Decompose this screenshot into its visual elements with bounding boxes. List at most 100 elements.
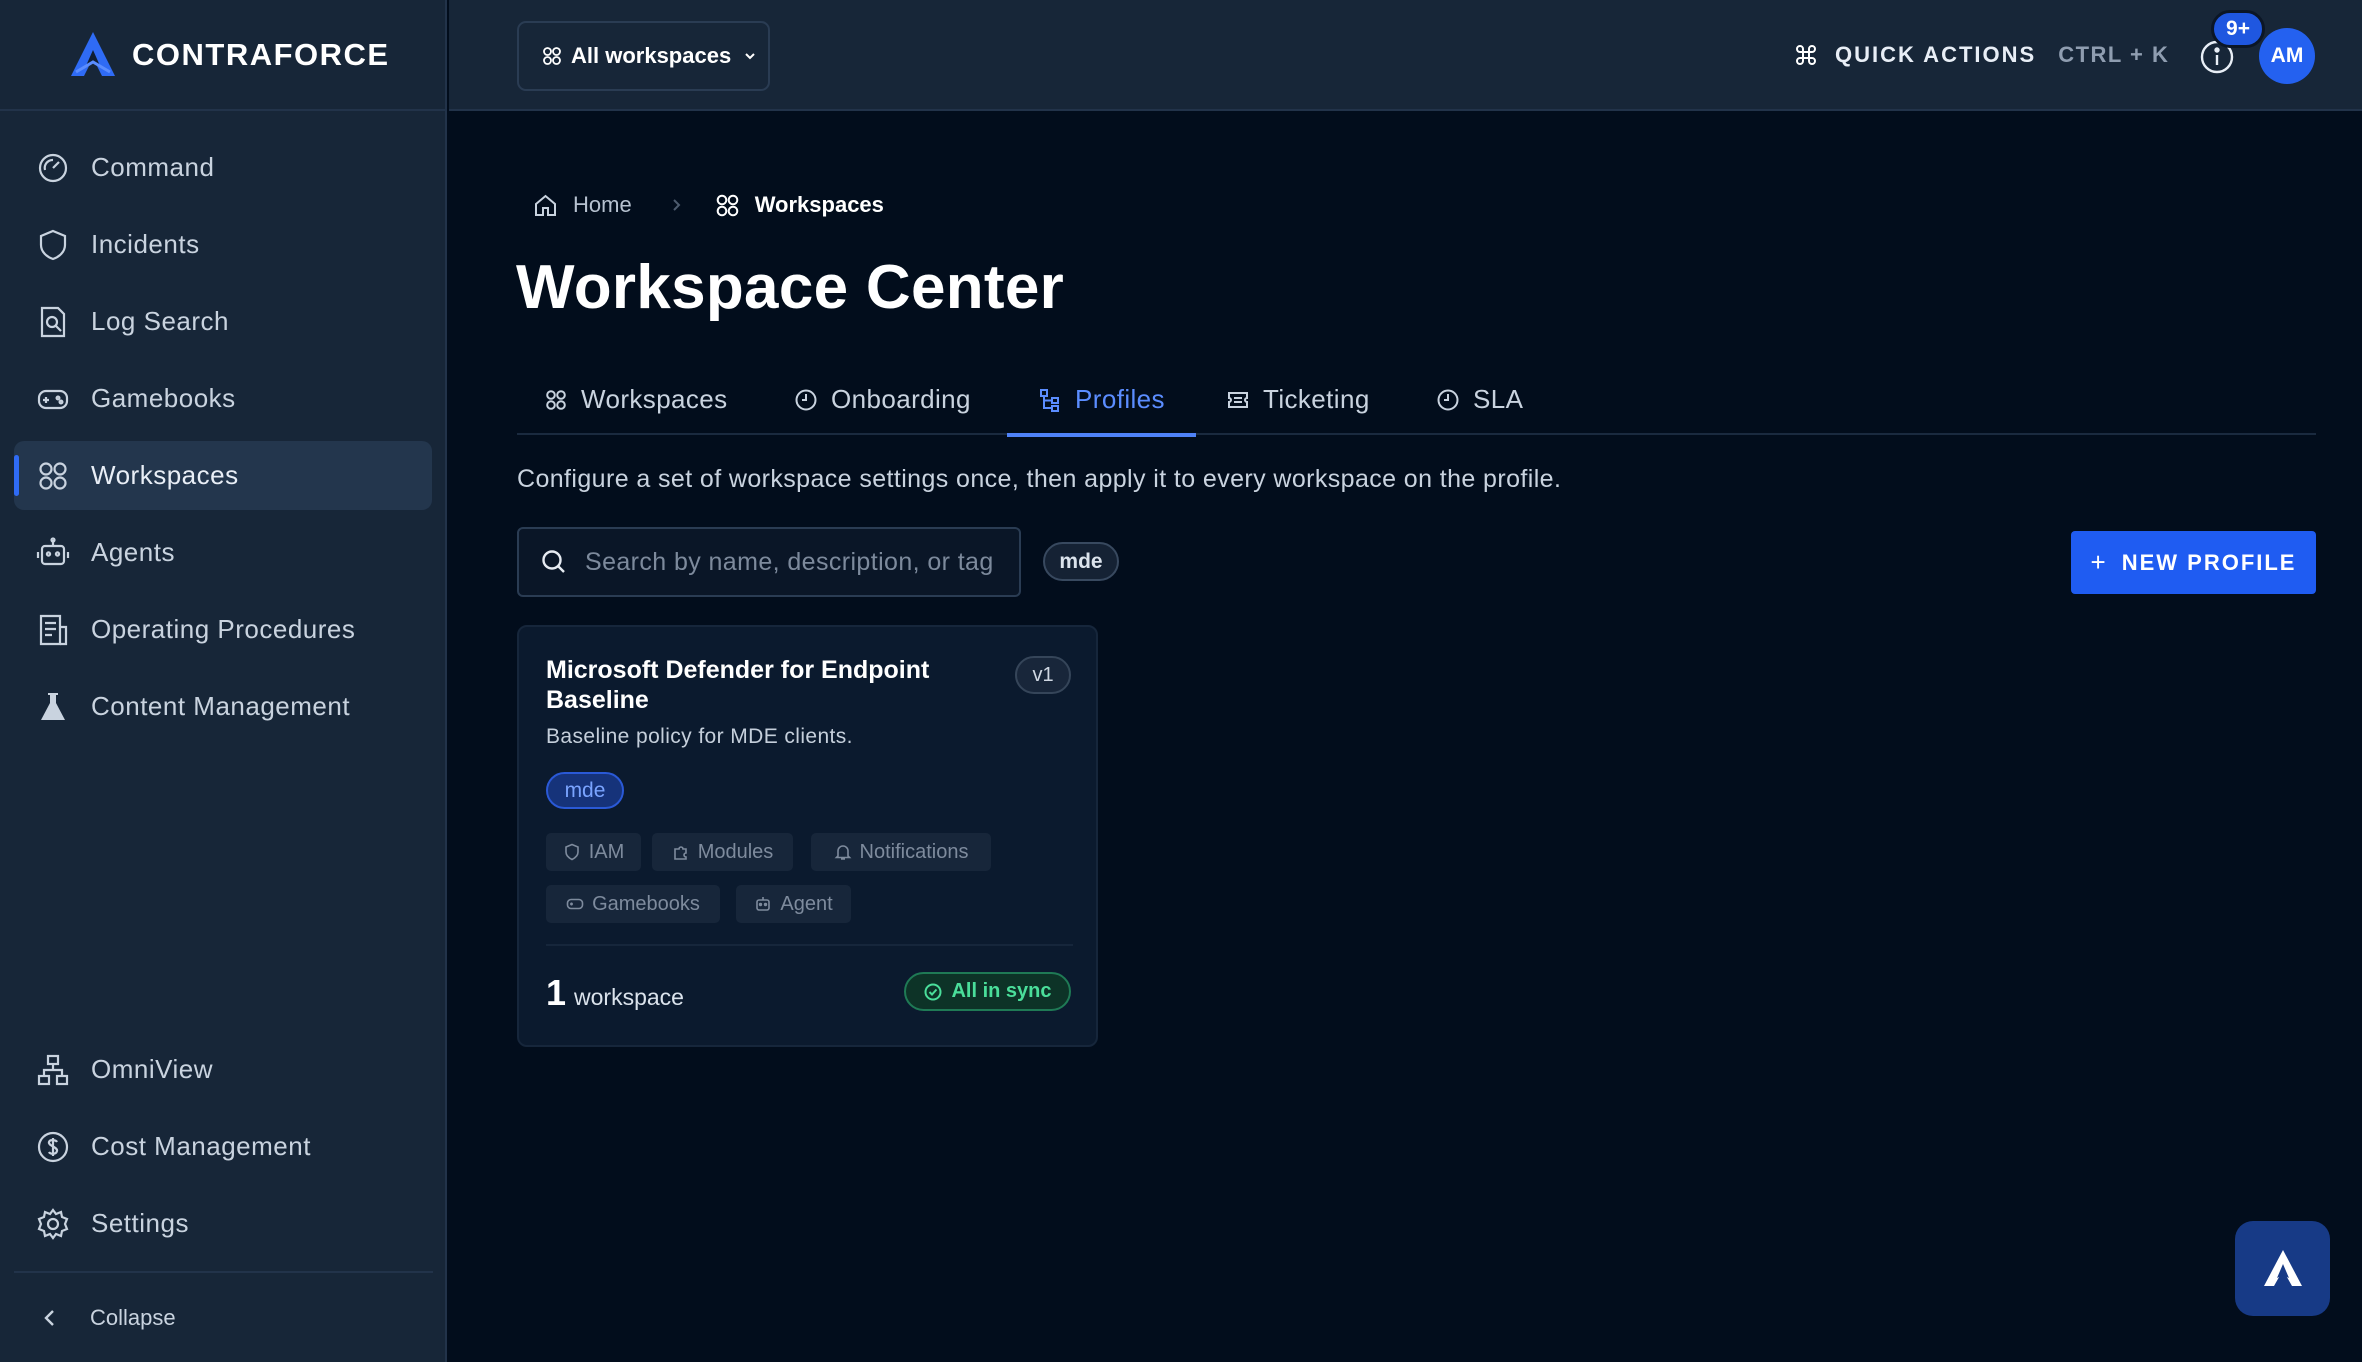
topbar: All workspaces QUICK ACTIONS CTRL + K 9+… <box>449 0 2362 111</box>
dollar-icon <box>37 1131 69 1162</box>
collapse-button[interactable]: Collapse <box>36 1296 176 1340</box>
shield-icon <box>39 229 67 260</box>
profile-title: Microsoft Defender for Endpoint Baseline <box>546 656 930 714</box>
search-input[interactable] <box>585 547 1005 577</box>
sidebar-item-incidents[interactable]: Incidents <box>14 210 432 279</box>
chevron-left-icon <box>44 1310 54 1326</box>
workspace-select-value: All workspaces <box>571 43 732 68</box>
sidebar-item-label: Incidents <box>91 229 200 259</box>
sidebar-item-label: Agents <box>91 537 175 567</box>
clock-icon <box>795 389 817 410</box>
tab-label: Ticketing <box>1263 384 1370 414</box>
sidebar-item-workspaces[interactable]: Workspaces <box>14 441 432 510</box>
new-profile-label: NEW PROFILE <box>2121 549 2297 575</box>
avatar[interactable]: AM <box>2259 28 2315 84</box>
chevron-down-icon <box>745 53 755 60</box>
sync-status-badge: All in sync <box>904 972 1071 1011</box>
grid-icon <box>546 389 566 410</box>
workspace-count-number: 1 <box>546 972 567 1013</box>
sidebar-item-content-management[interactable]: Content Management <box>14 672 432 741</box>
sidebar-item-command[interactable]: Command <box>14 133 432 202</box>
tab-onboarding[interactable]: Onboarding <box>794 364 971 435</box>
breadcrumb: Home Workspaces <box>532 187 884 223</box>
robot-icon <box>756 897 771 911</box>
page-description: Configure a set of workspace settings on… <box>517 465 1562 493</box>
sidebar-item-gamebooks[interactable]: Gamebooks <box>14 364 432 433</box>
workspace-select[interactable]: All workspaces <box>517 21 770 91</box>
gear-icon <box>37 1207 69 1240</box>
collapse-label: Collapse <box>90 1305 176 1330</box>
grid-icon <box>39 461 67 490</box>
profile-tag[interactable]: mde <box>546 772 624 809</box>
sidebar-item-operating-procedures[interactable]: Operating Procedures <box>14 595 432 664</box>
sidebar-item-label: Settings <box>91 1208 189 1238</box>
home-icon <box>535 194 556 216</box>
quick-actions-label: QUICK ACTIONS <box>1835 42 2037 67</box>
feature-iam: IAM <box>546 833 641 871</box>
tab-ticketing[interactable]: Ticketing <box>1226 364 1370 435</box>
gauge-icon <box>38 153 68 182</box>
quick-actions-button[interactable]: QUICK ACTIONS CTRL + K <box>1795 36 2169 74</box>
gamepad-icon <box>566 898 584 910</box>
check-circle-icon <box>924 983 942 1000</box>
clock-icon <box>1437 389 1459 410</box>
feature-modules: Modules <box>652 833 793 871</box>
brand[interactable]: CONTRAFORCE <box>0 0 447 111</box>
hierarchy-icon <box>37 1054 69 1085</box>
grid-icon <box>543 47 561 65</box>
tab-workspaces[interactable]: Workspaces <box>544 364 728 435</box>
new-profile-button[interactable]: + NEW PROFILE <box>2071 531 2316 594</box>
tab-label: Workspaces <box>581 384 728 414</box>
sidebar-item-label: Cost Management <box>91 1131 311 1161</box>
tab-sla[interactable]: SLA <box>1436 364 1523 435</box>
breadcrumb-home[interactable]: Home <box>573 192 632 218</box>
sidebar-item-label: Log Search <box>91 306 229 336</box>
puzzle-icon <box>673 846 687 860</box>
notification-badge[interactable]: 9+ <box>2211 10 2265 48</box>
tab-profiles[interactable]: Profiles <box>1007 364 1196 437</box>
bell-icon <box>834 845 851 860</box>
page-title: Workspace Center <box>516 253 1065 322</box>
workspace-count: 1 workspace <box>546 972 684 1014</box>
assistant-fab-button[interactable] <box>2235 1221 2330 1316</box>
document-list-icon <box>39 614 68 645</box>
sidebar-item-cost-management[interactable]: Cost Management <box>14 1112 432 1181</box>
tab-bar: Workspaces Onboarding Profiles Ticketing… <box>517 364 2316 437</box>
card-divider <box>546 944 1073 946</box>
quick-actions-shortcut: CTRL + K <box>2058 42 2170 67</box>
grid-icon <box>716 194 738 216</box>
profile-card[interactable]: Microsoft Defender for Endpoint Baseline… <box>517 625 1098 1047</box>
search-icon <box>542 550 565 573</box>
contraforce-logo-icon <box>71 31 115 76</box>
sidebar-item-label: Gamebooks <box>91 383 236 413</box>
sidebar-item-label: Workspaces <box>91 460 239 490</box>
filter-chip-mde[interactable]: mde <box>1043 542 1119 581</box>
sidebar: CONTRAFORCE Command Incidents Log Search… <box>0 0 447 1362</box>
chevron-right-icon <box>672 199 681 211</box>
feature-notifications: Notifications <box>811 833 991 871</box>
log-search-icon <box>40 306 66 337</box>
profile-description: Baseline policy for MDE clients. <box>546 725 853 748</box>
tree-icon <box>1040 388 1060 412</box>
sidebar-item-label: Command <box>91 152 215 182</box>
sidebar-divider <box>14 1271 433 1273</box>
gamepad-icon <box>37 389 69 409</box>
search-box[interactable] <box>517 527 1021 597</box>
feature-label: Agent <box>780 892 833 915</box>
sidebar-item-settings[interactable]: Settings <box>14 1189 432 1258</box>
feature-label: Gamebooks <box>592 892 700 915</box>
sidebar-item-label: OmniView <box>91 1054 214 1084</box>
feature-label: Modules <box>697 840 774 863</box>
sidebar-item-label: Operating Procedures <box>91 614 356 644</box>
breadcrumb-current: Workspaces <box>754 192 884 217</box>
tab-label: Onboarding <box>831 384 971 414</box>
feature-agent: Agent <box>736 885 851 923</box>
brand-name: CONTRAFORCE <box>132 36 390 72</box>
sidebar-item-omniview[interactable]: OmniView <box>14 1035 432 1104</box>
sidebar-item-agents[interactable]: Agents <box>14 518 432 587</box>
command-key-icon <box>1796 45 1816 65</box>
ticket-icon <box>1228 391 1248 408</box>
plus-icon: + <box>2090 547 2108 577</box>
feature-gamebooks: Gamebooks <box>546 885 720 923</box>
sidebar-item-log-search[interactable]: Log Search <box>14 287 432 356</box>
